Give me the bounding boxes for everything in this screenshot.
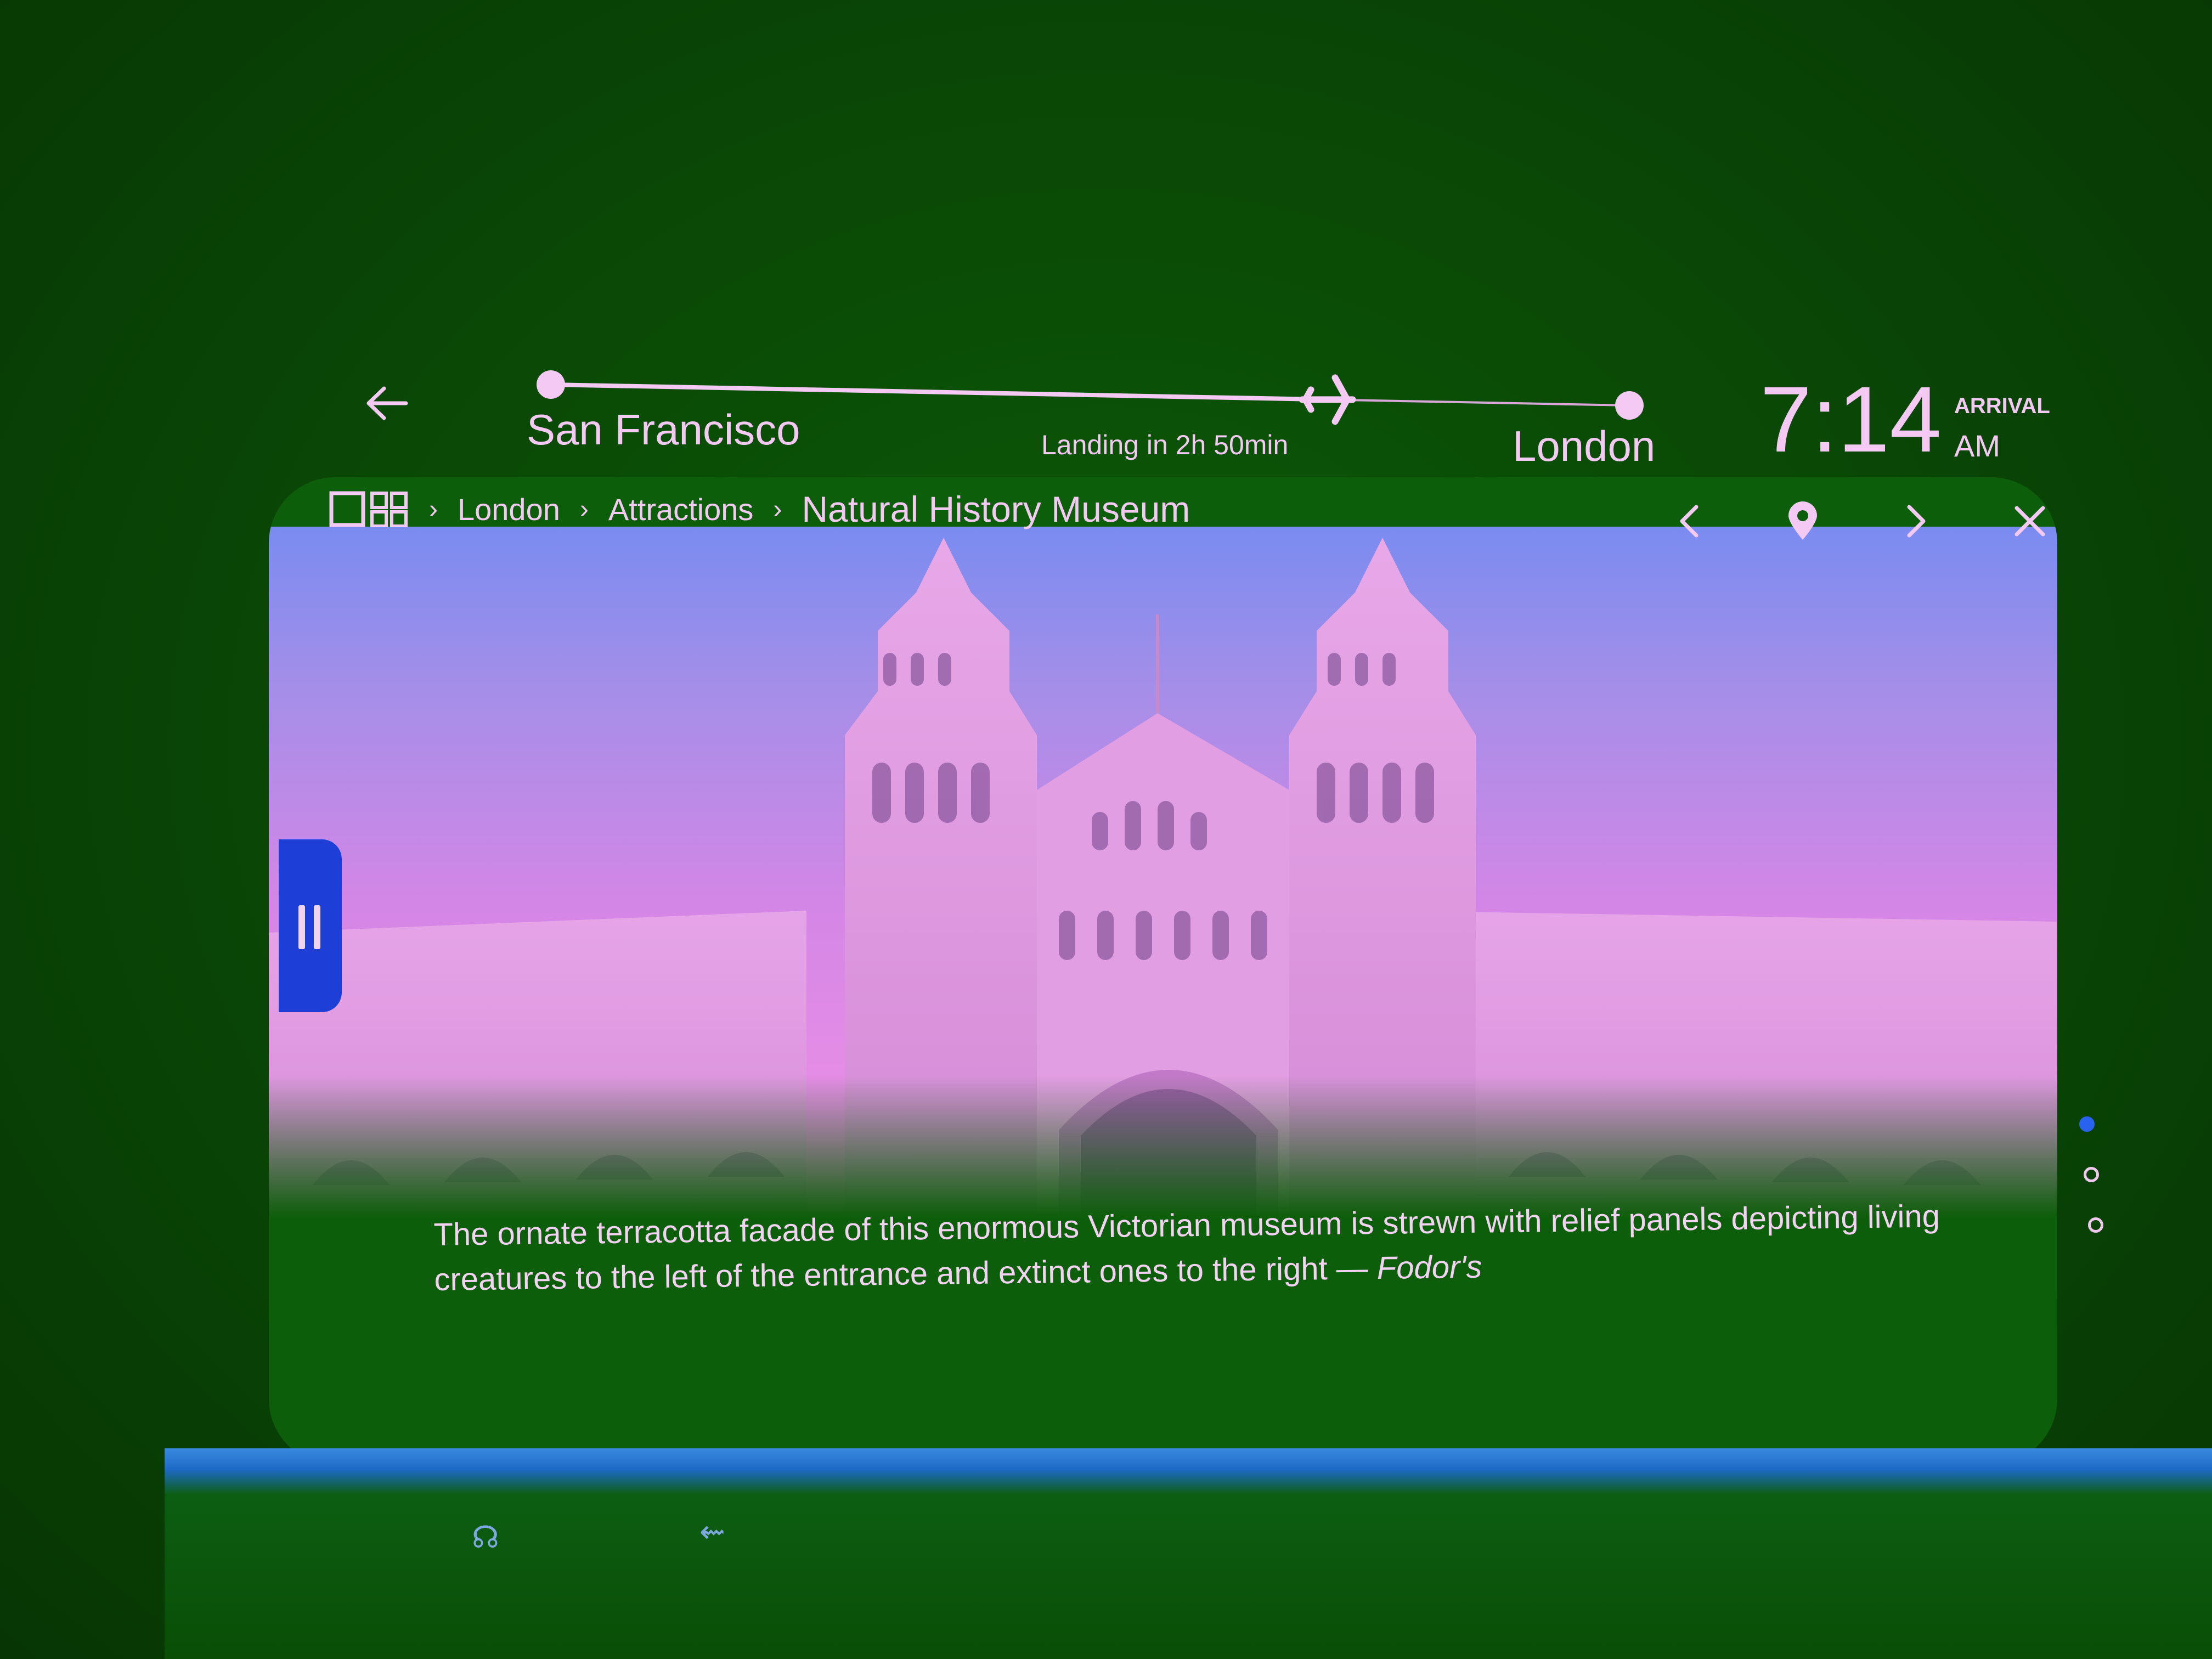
page-dot[interactable] [2088,1217,2103,1233]
map-pin-icon [1788,501,1817,540]
attraction-screen [269,477,2057,1465]
arrival-ampm: AM [1954,428,2000,463]
map-button[interactable] [1781,499,1825,543]
usb-icon: ⇜ [699,1514,725,1550]
page-title: Natural History Museum [802,489,1190,529]
close-button[interactable] [2008,499,2052,543]
chevron-left-icon [1680,505,1699,538]
origin-dot [537,370,565,399]
airplane-icon [1299,374,1356,425]
breadcrumb: › London › Attractions › Natural History… [329,487,1190,531]
headphone-jack-icon: ☊ [472,1520,499,1555]
chevron-right-icon [1907,505,1926,538]
chevron-right-icon: › [429,494,438,524]
arrival-label: ARRIVAL [1954,394,2050,418]
arrival-time: 7:14 [1760,368,1942,472]
destination-dot [1615,391,1644,420]
origin-city: San Francisco [527,405,800,454]
grid-home-icon[interactable] [329,491,409,527]
breadcrumb-item-attractions[interactable]: Attractions [608,492,754,527]
close-icon [2015,506,2045,537]
destination-city: London [1513,422,1656,470]
landing-eta: Landing in 2h 50min [1041,430,1289,460]
caption-source: Fodor's [1376,1249,1482,1286]
breadcrumb-item-london[interactable]: London [458,492,560,527]
screen-bezel: ☊ ⇜ [165,1448,2212,1659]
previous-button[interactable] [1668,499,1712,543]
chevron-right-icon: › [773,494,782,524]
next-button[interactable] [1894,499,1938,543]
museum-photo [269,527,2057,1218]
page-indicator [2079,1116,2103,1248]
pause-button[interactable] [279,839,342,1012]
chevron-right-icon: › [579,494,589,524]
caption-text: The ornate terracotta facade of this eno… [433,1198,1940,1297]
arrow-left-icon [366,386,408,420]
ife-display: San Francisco Landing in 2h 50min London… [0,0,2212,1659]
page-dot[interactable] [2084,1167,2099,1182]
page-dot[interactable] [2079,1116,2095,1132]
back-button[interactable] [362,384,411,422]
